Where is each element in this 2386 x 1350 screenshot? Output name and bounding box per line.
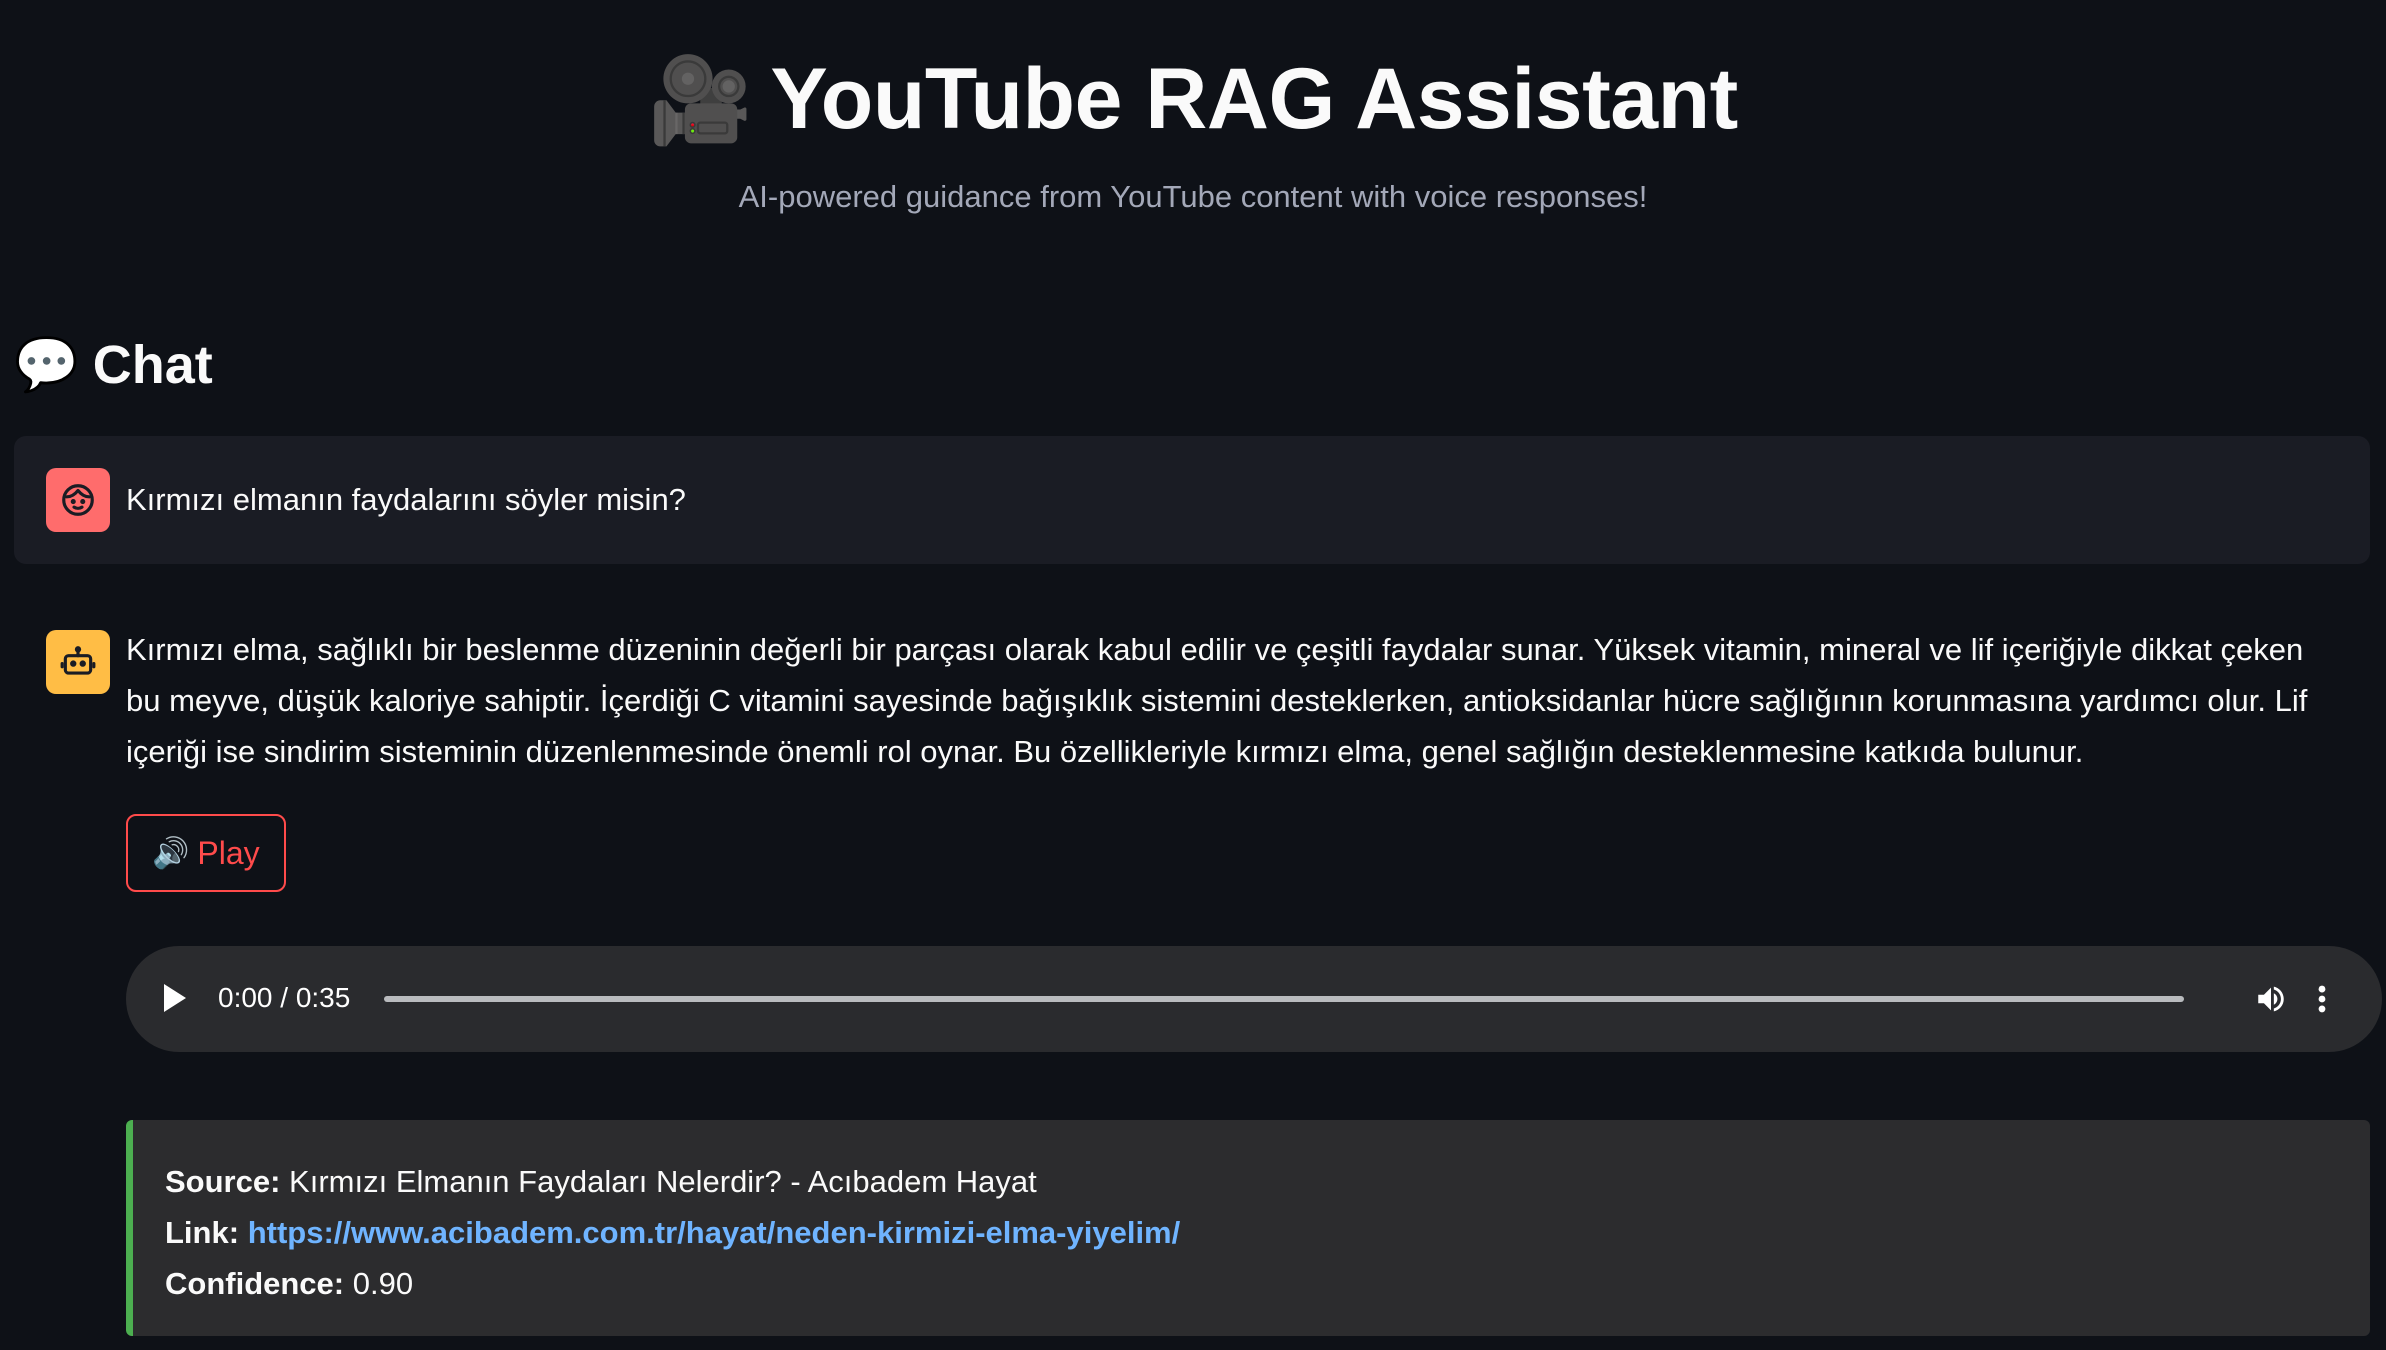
chat-section-heading: 💬 Chat bbox=[14, 334, 213, 396]
source-value: Kırmızı Elmanın Faydaları Nelerdir? - Ac… bbox=[289, 1164, 1037, 1199]
speaker-icon: 🔊 bbox=[152, 836, 190, 870]
more-options-icon[interactable] bbox=[2316, 982, 2328, 1016]
play-button-label: Play bbox=[197, 834, 260, 871]
volume-icon[interactable] bbox=[2254, 982, 2288, 1016]
app-page: 🎥 YouTube RAG Assistant AI-powered guida… bbox=[0, 0, 2386, 1350]
page-subtitle: AI-powered guidance from YouTube content… bbox=[738, 179, 1648, 215]
user-face-icon bbox=[62, 484, 94, 516]
user-avatar bbox=[46, 468, 110, 532]
audio-player: 0:00 / 0:35 bbox=[126, 946, 2382, 1052]
link-label: Link: bbox=[165, 1215, 240, 1250]
robot-icon bbox=[60, 646, 96, 675]
audio-play-icon[interactable] bbox=[164, 984, 186, 1012]
page-title-text: YouTube RAG Assistant bbox=[770, 51, 1738, 147]
movie-camera-icon: 🎥 bbox=[648, 52, 753, 147]
source-link[interactable]: https://www.acibadem.com.tr/hayat/neden-… bbox=[248, 1215, 1181, 1250]
play-button[interactable]: 🔊 Play bbox=[126, 814, 286, 892]
user-message: Kırmızı elmanın faydalarını söyler misin… bbox=[14, 436, 2370, 564]
source-line: Source: Kırmızı Elmanın Faydaları Nelerd… bbox=[165, 1156, 2338, 1207]
page-header: 🎥 YouTube RAG Assistant AI-powered guida… bbox=[0, 48, 2386, 215]
source-info-box: Source: Kırmızı Elmanın Faydaları Nelerd… bbox=[126, 1120, 2370, 1336]
page-title: 🎥 YouTube RAG Assistant bbox=[648, 48, 1738, 151]
assistant-message-text: Kırmızı elma, sağlıklı bir beslenme düze… bbox=[126, 632, 2308, 769]
assistant-avatar bbox=[46, 630, 110, 694]
confidence-line: Confidence: 0.90 bbox=[165, 1258, 2338, 1309]
audio-time: 0:00 / 0:35 bbox=[218, 982, 351, 1013]
user-message-text: Kırmızı elmanın faydalarını söyler misin… bbox=[126, 482, 686, 517]
speech-bubble-icon: 💬 bbox=[14, 336, 79, 394]
link-line: Link: https://www.acibadem.com.tr/hayat/… bbox=[165, 1207, 2338, 1258]
audio-seek-bar[interactable] bbox=[384, 996, 2184, 1002]
confidence-label: Confidence: bbox=[165, 1266, 345, 1301]
confidence-value: 0.90 bbox=[352, 1266, 414, 1301]
source-label: Source: bbox=[165, 1164, 281, 1199]
chat-section-title: Chat bbox=[92, 335, 213, 395]
